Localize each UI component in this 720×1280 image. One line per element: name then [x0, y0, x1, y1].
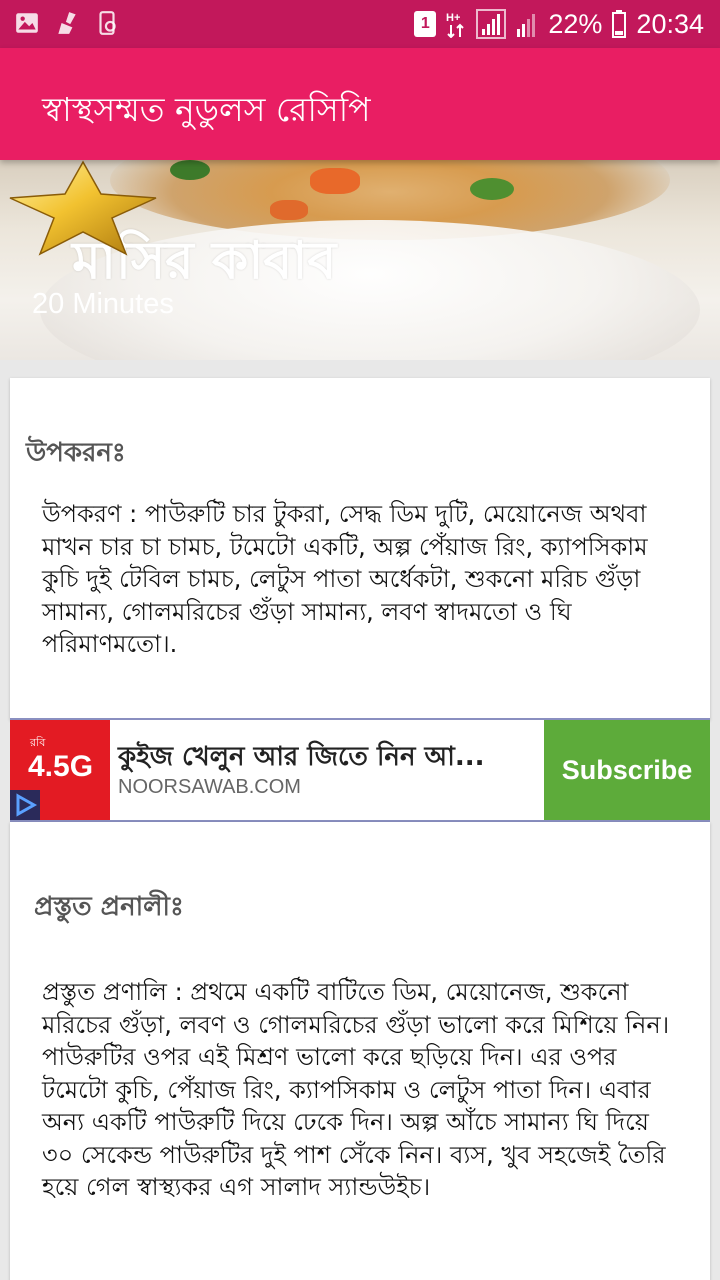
cleaner-icon — [58, 12, 76, 34]
cook-time: 20 Minutes — [32, 288, 174, 320]
signal-icon-2 — [517, 14, 536, 37]
subscribe-button[interactable]: Subscribe — [544, 720, 710, 820]
method-heading: প্রস্তুত প্রনালীঃ — [34, 892, 184, 922]
broccoli-piece — [470, 178, 514, 200]
method-card: প্রস্তুত প্রনালীঃ প্রস্তুত প্রণালি : প্র… — [10, 822, 710, 1280]
ingredients-card: উপকরনঃ উপকরণ : পাউরুটি চার টুকরা, সেদ্ধ … — [10, 378, 710, 720]
carrot-piece — [270, 200, 308, 220]
ingredients-text: উপকরণ : পাউরুটি চার টুকরা, সেদ্ধ ডিম দুট… — [42, 500, 648, 658]
sim-icon: 1 — [414, 11, 437, 37]
clock: 20:34 — [636, 8, 704, 39]
status-bar: 1 H+ 22% 20:34 — [0, 0, 720, 48]
page-title: স্বাস্থসম্মত নুডুলস রেসিপি — [42, 90, 371, 129]
ad-title[interactable]: কুইজ খেলুন আর জিতে নিন আ... — [118, 736, 484, 780]
notification-icons — [14, 10, 120, 36]
svg-text:H+: H+ — [446, 12, 460, 24]
app-toolbar: স্বাস্থসম্মত নুডুলস রেসিপি — [0, 48, 720, 160]
broccoli-piece — [170, 160, 210, 180]
phone-settings-icon — [99, 11, 116, 35]
gallery-icon — [16, 13, 38, 33]
ad-url[interactable]: NOORSAWAB.COM — [118, 776, 301, 799]
method-text: প্রস্তুত প্রণালি : প্রথমে একটি বাটিতে ডি… — [42, 978, 670, 1201]
gold-star-icon[interactable] — [8, 160, 158, 256]
ad-logo[interactable]: রবি 4.5G — [10, 720, 110, 820]
ingredients-heading: উপকরনঃ — [26, 438, 126, 468]
data-arrows-icon: H+ — [446, 12, 465, 38]
system-status: 1 H+ 22% 20:34 — [414, 6, 704, 42]
signal-icon — [476, 9, 507, 39]
ad-logo-text: 4.5G — [28, 750, 94, 783]
carrot-piece — [310, 168, 360, 194]
battery-percent: 22% — [548, 8, 603, 39]
battery-icon — [612, 10, 627, 38]
recipe-hero-image: মাসির কাবাব 20 Minutes — [0, 160, 720, 360]
banner-ad[interactable]: রবি 4.5G কুইজ খেলুন আর জিতে নিন আ... NOO… — [10, 718, 710, 822]
ad-choices-icon[interactable] — [10, 790, 40, 820]
